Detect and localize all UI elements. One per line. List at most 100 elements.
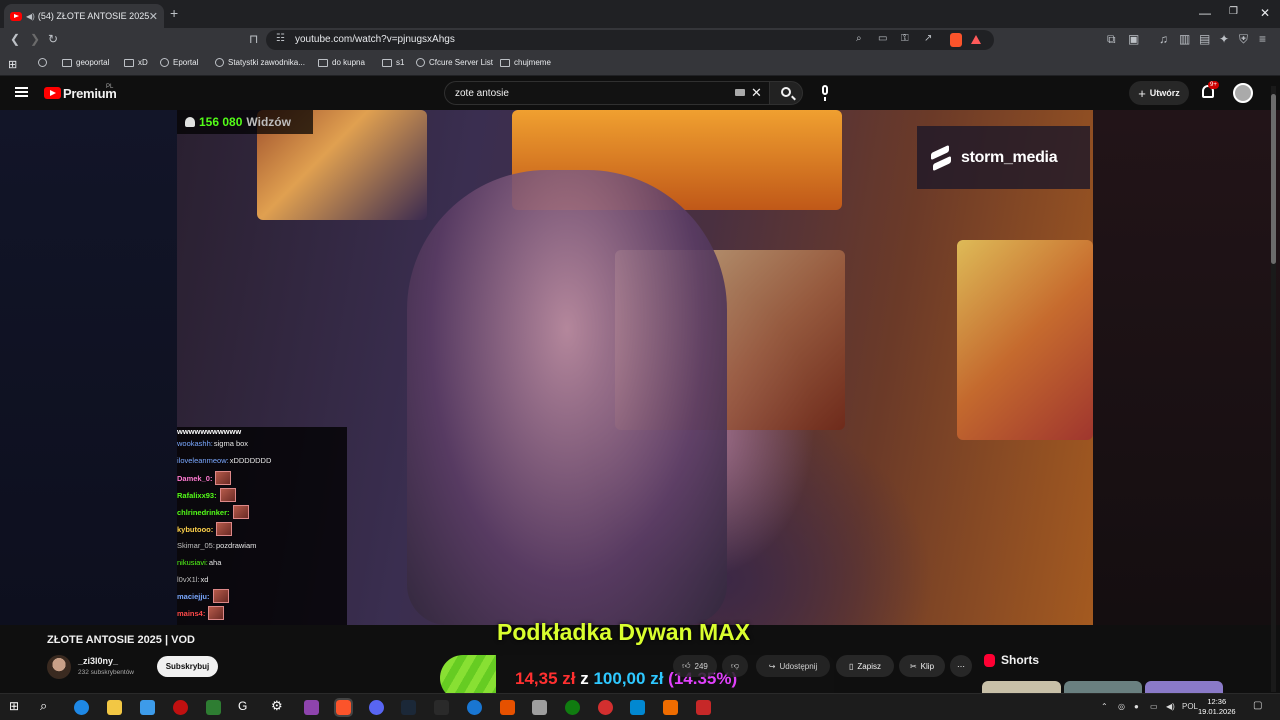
app-orange-icon[interactable] <box>500 700 515 715</box>
app-blue-icon[interactable] <box>467 700 482 715</box>
clip-button[interactable]: ✂ Klip <box>899 655 945 677</box>
plus-icon: + <box>1138 85 1146 101</box>
app-red2-icon[interactable] <box>598 700 613 715</box>
start-icon[interactable]: ⊞ <box>9 699 24 714</box>
search-button[interactable] <box>769 81 803 105</box>
save-button[interactable]: ▯ Zapisz <box>836 655 894 677</box>
tray-app-icon[interactable]: ◎ <box>1118 702 1125 711</box>
steam-icon[interactable] <box>401 700 416 715</box>
search-input[interactable]: zote antosie ✕ <box>444 81 769 105</box>
page-scrollbar[interactable] <box>1271 86 1276 692</box>
account-avatar[interactable] <box>1233 83 1253 103</box>
chat-message: chlrinedrinker: <box>177 505 249 519</box>
speaker-icon[interactable]: ◀) <box>26 12 35 21</box>
chat-message: iloveleanmeow: xDDDDDDD <box>177 456 271 465</box>
channel-name[interactable]: _zi3l0ny_ <box>78 656 118 666</box>
clear-search-icon[interactable]: ✕ <box>751 85 762 101</box>
excel-icon[interactable] <box>206 700 221 715</box>
language-indicator[interactable]: POL <box>1182 702 1198 711</box>
tray-mic-icon[interactable]: ● <box>1134 702 1139 711</box>
tray-overflow-icon[interactable]: ⌃ <box>1101 702 1108 711</box>
site-info-icon[interactable]: ☷ <box>276 33 285 44</box>
channel-avatar[interactable] <box>47 655 71 679</box>
bookmark-xd[interactable]: xD <box>124 58 148 67</box>
xbox-icon[interactable] <box>565 700 580 715</box>
shorts-thumbnail[interactable] <box>1145 681 1223 693</box>
tab-close-icon[interactable]: ✕ <box>149 10 158 23</box>
bookmark-geoportal[interactable]: geoportal <box>62 58 109 67</box>
shorts-thumbnail[interactable] <box>1064 681 1142 693</box>
brave-shields-icon[interactable] <box>950 33 962 47</box>
new-tab-icon[interactable]: + <box>170 5 178 21</box>
app-red3-icon[interactable] <box>696 700 711 715</box>
leo-ai-icon[interactable]: ✦ <box>1219 32 1229 46</box>
minimize-icon[interactable]: — <box>1199 6 1211 20</box>
forward-icon[interactable]: ❯ <box>30 32 40 46</box>
bookmark-chujmeme[interactable]: chujmeme <box>500 58 551 67</box>
bookmark-s1[interactable]: s1 <box>382 58 404 67</box>
app-purple-icon[interactable] <box>304 700 319 715</box>
window-close-icon[interactable]: ✕ <box>1260 6 1270 20</box>
brave-rewards-icon[interactable] <box>971 35 981 44</box>
app-orange2-icon[interactable] <box>663 700 678 715</box>
menu-icon[interactable]: ≡ <box>1259 32 1266 46</box>
save-label: Zapisz <box>857 661 881 671</box>
vpn-icon[interactable]: ⛨ <box>1239 32 1248 47</box>
bookmark-statystki[interactable]: Statystki zawodnika... <box>215 58 305 67</box>
epic-games-icon[interactable] <box>434 700 449 715</box>
media-icon[interactable]: ♫ <box>1159 32 1168 46</box>
zoom-icon[interactable]: ⌕ <box>856 33 862 44</box>
tray-network-icon[interactable]: ▭ <box>1150 702 1158 711</box>
apps-icon[interactable]: ⊞ <box>8 58 17 71</box>
chat-message: maciejju: <box>177 589 229 603</box>
chat-emote-icon <box>216 522 233 536</box>
chat-user: Damek_0: <box>177 473 213 483</box>
wallet-icon[interactable]: ▤ <box>1199 32 1210 46</box>
keyboard-icon[interactable] <box>735 89 745 96</box>
password-icon[interactable]: ⚿ <box>901 33 909 44</box>
notifications-icon[interactable]: ▢ <box>1253 700 1262 711</box>
discord-icon[interactable] <box>369 700 384 715</box>
system-clock[interactable]: 12:36 19.01.2026 <box>1198 697 1236 717</box>
more-actions-button[interactable]: ⋯ <box>950 655 972 677</box>
cast-icon[interactable]: ▭ <box>878 33 887 44</box>
dislike-button[interactable]: 👎︎ <box>722 655 748 677</box>
back-icon[interactable]: ❮ <box>10 32 20 46</box>
create-button[interactable]: + Utwórz <box>1129 81 1189 105</box>
scrollbar-thumb[interactable] <box>1271 94 1276 264</box>
app-grey-icon[interactable] <box>532 700 547 715</box>
search-icon[interactable]: ⌕ <box>40 698 55 713</box>
store-icon[interactable] <box>140 700 155 715</box>
sidebar-icon[interactable]: ▥ <box>1179 32 1190 46</box>
video-player[interactable]: 156 080 Widzów storm_media wwwwwwwwwww w… <box>0 110 1280 625</box>
share-button[interactable]: ↪ Udostępnij <box>756 655 830 677</box>
guide-menu-icon[interactable] <box>15 87 28 97</box>
extensions-icon[interactable]: ⧉ <box>1107 32 1116 47</box>
subscribe-button[interactable]: Subskrybuj <box>157 656 218 677</box>
screenshot-icon[interactable]: ▣ <box>1128 32 1139 46</box>
goal-current: 14,35 zł <box>515 669 576 688</box>
file-explorer-icon[interactable] <box>107 700 122 715</box>
voice-search-button[interactable] <box>812 81 838 105</box>
like-button[interactable]: 👍︎ 249 <box>673 655 717 677</box>
brave-icon[interactable] <box>334 698 353 717</box>
settings-icon[interactable]: ⚙ <box>271 698 286 713</box>
bookmark-icon[interactable]: ⊓ <box>249 32 258 46</box>
youtube-header: Premium PL zote antosie ✕ + Utwórz 9+ <box>0 77 1280 110</box>
app-cyan-icon[interactable] <box>630 700 645 715</box>
restore-icon[interactable]: ❐ <box>1229 6 1238 17</box>
app-red-icon[interactable] <box>173 700 188 715</box>
bookmark-do-kupna[interactable]: do kupna <box>318 58 365 67</box>
browser-tab[interactable]: ◀) (54) ZŁOTE ANTOSIE 2025 | V ✕ <box>4 4 164 28</box>
edge-icon[interactable] <box>74 700 89 715</box>
tray-volume-icon[interactable]: ◀) <box>1166 702 1175 711</box>
bookmark-eportal[interactable]: Eportal <box>160 58 198 67</box>
bookmark-brave[interactable] <box>38 58 47 67</box>
youtube-logo-icon[interactable] <box>44 87 61 99</box>
address-bar[interactable]: ☷ youtube.com/watch?v=pjnugsxAhgs ⌕ ▭ ⚿ … <box>266 30 994 50</box>
shorts-thumbnail[interactable] <box>982 681 1061 693</box>
bookmark-cfcure[interactable]: Cfcure Server List <box>416 58 493 67</box>
app-g-icon[interactable]: G <box>238 699 253 714</box>
reload-icon[interactable]: ↻ <box>48 32 58 46</box>
share-icon[interactable]: ↗ <box>924 33 932 44</box>
